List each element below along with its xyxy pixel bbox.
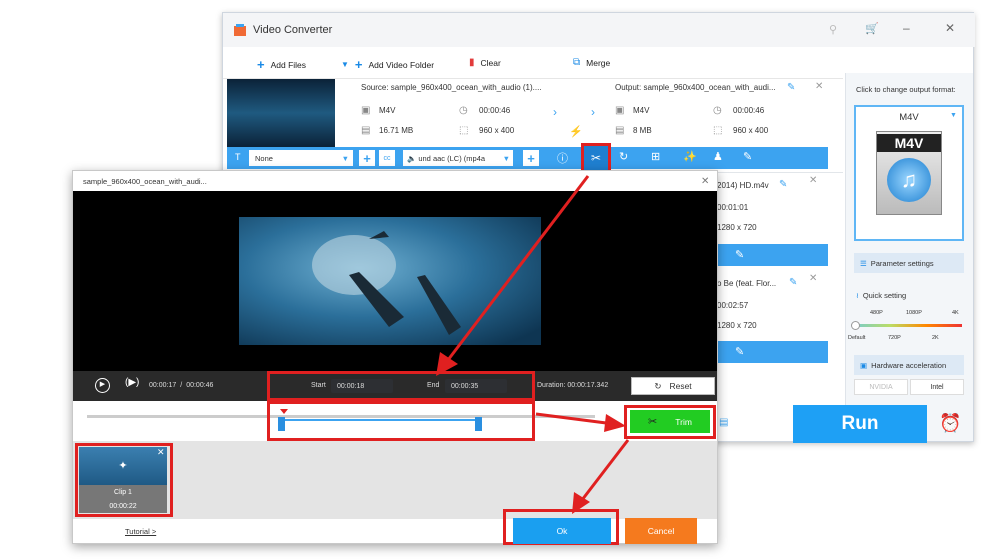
callout-arrows — [436, 175, 630, 514]
arrowhead — [436, 352, 458, 376]
arrowhead — [604, 414, 626, 432]
arrow-range-to-trim — [535, 412, 615, 426]
arrow-scissors-to-range — [446, 175, 590, 361]
arrow-trim-to-ok — [580, 439, 630, 501]
